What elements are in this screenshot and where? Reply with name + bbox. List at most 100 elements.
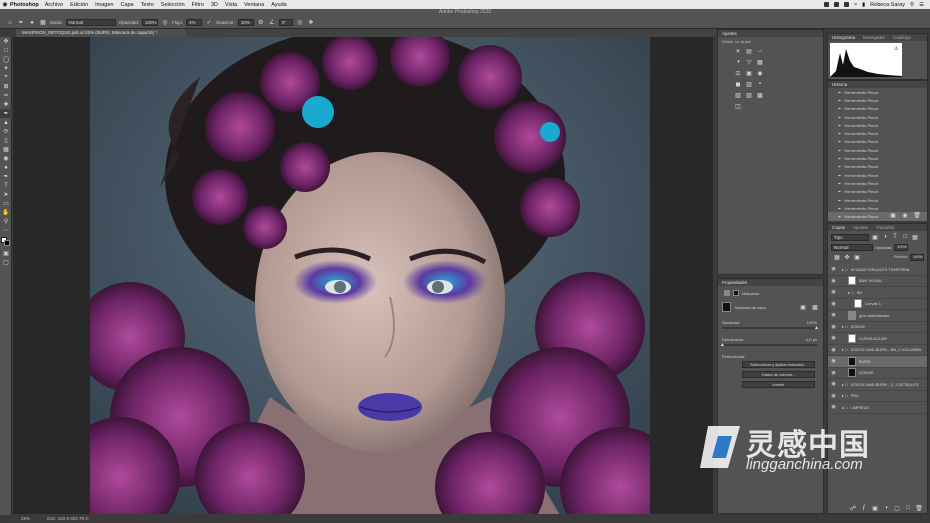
menu-3d[interactable]: 3D — [211, 2, 218, 8]
eye-icon[interactable]: ◉ — [831, 289, 836, 295]
eye-icon[interactable]: ◉ — [831, 347, 836, 353]
history-item[interactable]: ✒ Herramienta Pincel — [828, 121, 927, 129]
search-icon[interactable]: ⚲ — [910, 2, 914, 8]
vector-mask-icon[interactable] — [733, 290, 739, 296]
doc-size[interactable]: Doc: 182,9 M/2,78 G — [47, 516, 89, 521]
channel-mixer-icon[interactable]: ◼ — [734, 80, 742, 88]
quick-select-icon[interactable]: ✦ — [0, 64, 12, 73]
lasso-tool-icon[interactable]: ◯ — [0, 55, 12, 64]
mask-thumbnail[interactable] — [722, 302, 731, 312]
eye-icon[interactable]: ◉ — [831, 381, 836, 387]
menu-ventana[interactable]: Ventana — [244, 2, 264, 8]
lock-position-icon[interactable]: ✥ — [843, 253, 851, 261]
feather-slider[interactable]: ▲ — [720, 342, 817, 348]
history-tab[interactable]: Historia — [832, 81, 847, 88]
pressure-opacity-icon[interactable]: ◎ — [161, 19, 169, 27]
photo-filter-icon[interactable]: ◉ — [756, 69, 764, 77]
layer-thumbnail[interactable] — [848, 356, 856, 366]
menu-seleccion[interactable]: Selección — [161, 2, 185, 8]
exposure-icon[interactable]: ◑ — [734, 58, 742, 66]
layer-row[interactable]: ◉ ▸ □ DODGE — [828, 322, 927, 333]
blur-tool-icon[interactable]: ◉ — [0, 154, 12, 163]
hue-sat-icon[interactable]: ▦ — [756, 58, 764, 66]
layer-row[interactable]: ◉ ▸ □ BN — [828, 287, 927, 299]
brush-panel-icon[interactable]: ▦ — [39, 19, 47, 27]
folder-icon[interactable]: ▸ □ — [848, 290, 854, 295]
swap-colors-icon[interactable] — [0, 235, 12, 249]
eye-icon[interactable]: ◉ — [831, 266, 836, 272]
layer-thumbnail[interactable] — [848, 333, 856, 343]
apple-icon[interactable]: ◉ — [0, 1, 10, 8]
history-item[interactable]: ✒ Herramienta Pincel — [828, 138, 927, 146]
folder-icon[interactable]: ▸ □ — [842, 267, 848, 272]
folder-icon[interactable]: ▸ □ — [842, 324, 848, 329]
invert-button[interactable]: Invertir — [742, 381, 815, 388]
mode-select[interactable]: Normal — [65, 19, 116, 26]
feather-value[interactable]: 0,0 px — [806, 337, 817, 342]
add-mask-icon[interactable]: ▣ — [871, 504, 879, 512]
eye-icon[interactable]: ◉ — [831, 370, 836, 376]
folder-icon[interactable]: ▸ □ — [842, 393, 848, 398]
density-slider[interactable]: ▲ — [722, 325, 819, 331]
airbrush-icon[interactable]: ✓ — [205, 19, 213, 27]
layer-row[interactable]: ◉ ▸ □ LIMPIEZA — [828, 402, 927, 414]
layer-row[interactable]: ◉ CURVA ACLAR — [828, 333, 927, 345]
battery-icon[interactable]: ▮ — [862, 2, 865, 8]
gradient-icon[interactable]: ▦ — [0, 145, 12, 154]
menu-capa[interactable]: Capa — [120, 2, 133, 8]
eye-icon[interactable]: ◉ — [831, 312, 836, 318]
stamp-tool-icon[interactable]: ▲ — [0, 118, 12, 127]
gear-icon[interactable]: ⚙ — [257, 19, 265, 27]
eye-icon[interactable]: ◉ — [831, 324, 836, 330]
history-item[interactable]: ✒ Herramienta Pincel — [828, 188, 927, 196]
eye-icon[interactable]: ◉ — [831, 358, 836, 364]
menu-archivo[interactable]: Archivo — [45, 2, 63, 8]
history-item[interactable]: ✒ Herramienta Pincel — [828, 105, 927, 113]
link-icon[interactable]: ☍ — [849, 504, 857, 512]
move-tool-icon[interactable]: ✥ — [0, 37, 12, 46]
select-and-mask-button[interactable]: Seleccionar y aplicar máscara... — [742, 361, 815, 368]
dodge-tool-icon[interactable]: ● — [0, 163, 12, 172]
angle-icon[interactable]: ∠ — [268, 19, 276, 27]
brush-tool-icon[interactable]: ✒ — [0, 109, 12, 118]
menu-texto[interactable]: Texto — [141, 2, 154, 8]
zoom-tool-icon[interactable]: ⚲ — [0, 217, 12, 226]
status-icon[interactable] — [824, 2, 830, 7]
menu-ayuda[interactable]: Ayuda — [271, 2, 287, 8]
symmetry-icon[interactable]: ❖ — [307, 19, 315, 27]
layer-row[interactable]: ◉ ▸ □ DODGE AND BURN - 3_1 DETALLES — [828, 379, 927, 391]
tab-navegador[interactable]: Navegador — [863, 34, 885, 41]
brightness-icon[interactable]: ☀ — [734, 47, 742, 55]
trash-icon[interactable]: 🗑 — [913, 211, 921, 219]
new-adjustment-icon[interactable]: ◑ — [882, 504, 890, 512]
document-tab[interactable]: MASPIXON_RETOQUE.psb al 25% (BURN, Másca… — [16, 29, 186, 37]
lock-pixels-icon[interactable]: ▦ — [833, 253, 841, 261]
history-item[interactable]: ✒ Herramienta Pincel — [828, 88, 927, 96]
folder-icon[interactable]: ▸ □ — [842, 382, 848, 387]
new-layer-icon[interactable]: □ — [904, 504, 912, 512]
brush-size-icon[interactable]: ● — [28, 19, 36, 27]
density-slider-thumb[interactable]: ▲ — [814, 325, 819, 331]
layer-kind-select[interactable]: Tipo — [831, 233, 869, 241]
brush-icon[interactable]: ✒ — [17, 19, 25, 27]
new-group-icon[interactable]: ▢ — [893, 504, 901, 512]
posterize-icon[interactable]: ▧ — [734, 91, 742, 99]
history-item[interactable]: ✒ Herramienta Pincel — [828, 179, 927, 187]
eye-icon[interactable]: ◉ — [831, 278, 836, 284]
trash-icon[interactable]: 🗑 — [915, 504, 923, 512]
tab-ajustes[interactable]: Ajustes — [853, 224, 868, 231]
layer-opacity-field[interactable]: 100% — [894, 244, 909, 251]
apply-mask-icon[interactable]: ▣ — [799, 303, 807, 311]
filter-shape-icon[interactable]: □ — [901, 233, 909, 241]
curves-icon[interactable]: ∽ — [756, 47, 764, 55]
pen-tool-icon[interactable]: ✒ — [0, 172, 12, 181]
hand-tool-icon[interactable]: ✋ — [0, 208, 12, 217]
eraser-icon[interactable]: ▯ — [0, 136, 12, 145]
fill-field[interactable]: 100% — [910, 253, 924, 261]
layer-row[interactable]: ◉ ▸ □ PIEL — [828, 391, 927, 402]
fx-icon[interactable]: ƒ — [860, 504, 868, 512]
bw-icon[interactable]: ▣ — [745, 69, 753, 77]
history-item[interactable]: ✒ Herramienta Pincel — [828, 163, 927, 171]
history-item[interactable]: ✒ Herramienta Pincel — [828, 154, 927, 162]
home-icon[interactable]: ⌂ — [6, 19, 14, 27]
